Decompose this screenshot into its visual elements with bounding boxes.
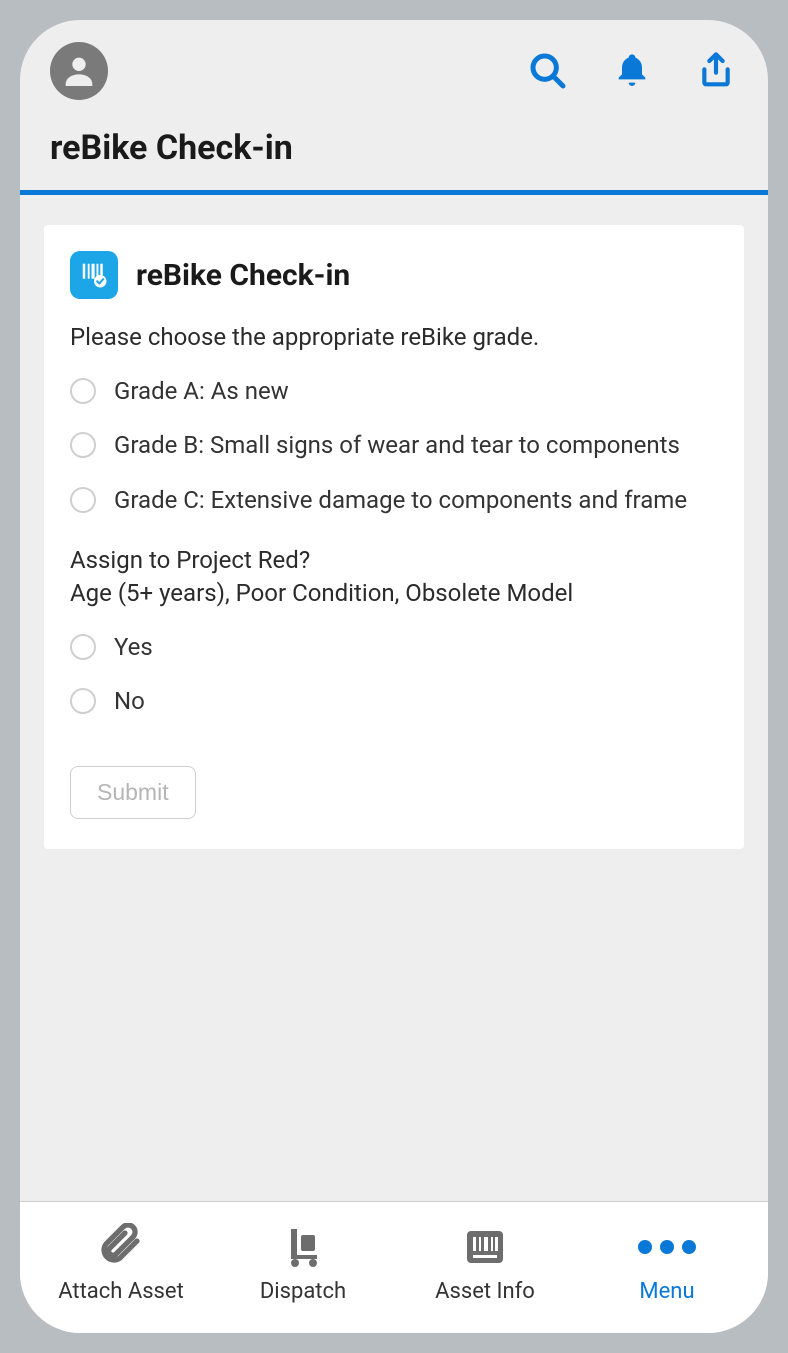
nav-label: Asset Info [435, 1279, 535, 1304]
assign-prompt-line2: Age (5+ years), Poor Condition, Obsolete… [70, 579, 573, 607]
top-bar [20, 20, 768, 110]
grade-option-c[interactable]: Grade C: Extensive damage to components … [70, 484, 718, 516]
person-icon [59, 51, 99, 91]
option-label: Grade B: Small signs of wear and tear to… [114, 429, 680, 461]
checkin-badge [70, 251, 118, 299]
grade-prompt: Please choose the appropriate reBike gra… [70, 323, 718, 351]
option-label: Grade A: As new [114, 375, 289, 407]
nav-label: Attach Asset [58, 1279, 184, 1304]
grade-options: Grade A: As new Grade B: Small signs of … [70, 375, 718, 516]
option-label: No [114, 685, 145, 717]
card-header: reBike Check-in [70, 251, 718, 299]
notifications-button[interactable] [610, 49, 654, 93]
bell-icon [612, 51, 652, 91]
search-button[interactable] [526, 49, 570, 93]
nav-dispatch[interactable]: Dispatch [212, 1223, 394, 1304]
grade-option-b[interactable]: Grade B: Small signs of wear and tear to… [70, 429, 718, 461]
nav-attach-asset[interactable]: Attach Asset [30, 1223, 212, 1304]
assign-options: Yes No [70, 631, 718, 718]
card-title: reBike Check-in [136, 258, 350, 293]
radio-icon [70, 432, 96, 458]
nav-menu[interactable]: Menu [576, 1223, 758, 1304]
option-label: Grade C: Extensive damage to components … [114, 484, 687, 516]
option-label: Yes [114, 631, 153, 663]
top-actions [526, 49, 738, 93]
barcode-check-icon [79, 260, 109, 290]
assign-prompt-line1: Assign to Project Red? [70, 546, 310, 574]
assign-option-yes[interactable]: Yes [70, 631, 718, 663]
assign-option-no[interactable]: No [70, 685, 718, 717]
content-area: reBike Check-in Please choose the approp… [20, 195, 768, 1201]
submit-button[interactable]: Submit [70, 766, 196, 819]
paperclip-icon [97, 1223, 145, 1271]
radio-icon [70, 378, 96, 404]
app-frame: reBike Check-in [20, 20, 768, 1333]
container-barcode-icon [461, 1223, 509, 1271]
nav-label: Dispatch [260, 1279, 346, 1304]
nav-label: Menu [639, 1279, 694, 1304]
radio-icon [70, 688, 96, 714]
profile-avatar[interactable] [50, 42, 108, 100]
assign-prompt: Assign to Project Red? Age (5+ years), P… [70, 544, 718, 609]
bottom-nav: Attach Asset Dispatch [20, 1201, 768, 1333]
hand-truck-icon [279, 1223, 327, 1271]
share-button[interactable] [694, 49, 738, 93]
grade-option-a[interactable]: Grade A: As new [70, 375, 718, 407]
share-icon [696, 51, 736, 91]
page-title: reBike Check-in [20, 110, 768, 190]
search-icon [528, 51, 568, 91]
radio-icon [70, 634, 96, 660]
radio-icon [70, 487, 96, 513]
nav-asset-info[interactable]: Asset Info [394, 1223, 576, 1304]
checkin-card: reBike Check-in Please choose the approp… [44, 225, 744, 849]
more-dots-icon [638, 1223, 696, 1271]
